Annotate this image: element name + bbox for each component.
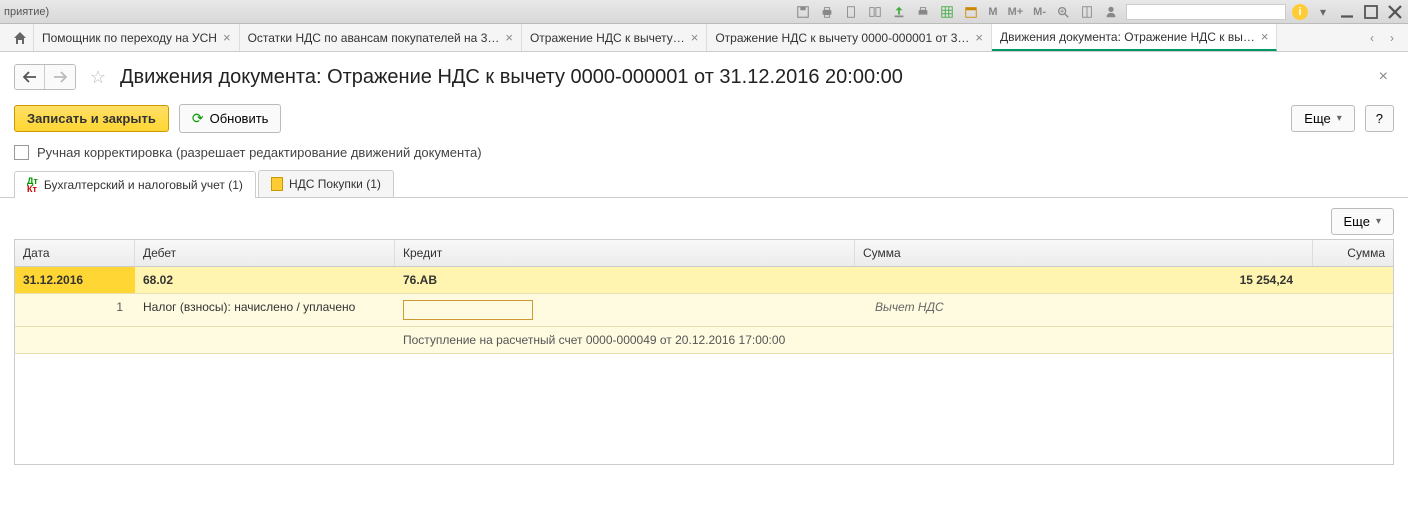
- grid-area: Еще Дата Дебет Кредит Сумма Сумма 31.12.…: [0, 198, 1408, 475]
- calendar-icon[interactable]: [962, 3, 980, 21]
- subtab-label: НДС Покупки (1): [289, 177, 381, 191]
- save-close-button[interactable]: Записать и закрыть: [14, 105, 169, 132]
- save-icon[interactable]: [794, 3, 812, 21]
- help-button[interactable]: ?: [1365, 105, 1394, 132]
- tab-label: Движения документа: Отражение НДС к вы…: [1000, 30, 1255, 44]
- user-icon[interactable]: [1102, 3, 1120, 21]
- manual-edit-label: Ручная корректировка (разрешает редактир…: [37, 145, 482, 160]
- more-button[interactable]: Еще: [1291, 105, 1354, 132]
- tab-nds-advances[interactable]: Остатки НДС по авансам покупателей на 3……: [240, 24, 522, 51]
- tab-label: Отражение НДС к вычету 0000-000001 от 3…: [715, 31, 969, 45]
- close-icon[interactable]: ×: [691, 30, 699, 45]
- favorite-button[interactable]: ☆: [86, 65, 110, 89]
- manual-edit-row: Ручная корректировка (разрешает редактир…: [0, 139, 1408, 166]
- cell-debit-text: Налог (взносы): начислено / уплачено: [135, 294, 395, 326]
- forward-button[interactable]: [45, 65, 75, 89]
- zoom-icon[interactable]: [1054, 3, 1072, 21]
- tabs-bar: Помощник по переходу на УСН × Остатки НДС…: [0, 24, 1408, 52]
- toolbar-icons: M M+ M- i ▾: [794, 3, 1404, 21]
- minimize-button[interactable]: [1338, 3, 1356, 21]
- col-credit[interactable]: Кредит: [395, 240, 855, 266]
- back-button[interactable]: [15, 65, 45, 89]
- grid-more-button[interactable]: Еще: [1331, 208, 1394, 235]
- nav-buttons: [14, 64, 76, 90]
- tab-label: Помощник по переходу на УСН: [42, 31, 217, 45]
- compare-icon[interactable]: [866, 3, 884, 21]
- table-row[interactable]: 31.12.2016 68.02 76.АВ 15 254,24: [15, 267, 1393, 294]
- cell-date: 31.12.2016: [15, 267, 135, 293]
- page-header: ☆ Движения документа: Отражение НДС к вы…: [0, 52, 1408, 98]
- grid-header: Дата Дебет Кредит Сумма Сумма: [15, 240, 1393, 267]
- m-button[interactable]: M: [986, 6, 999, 18]
- close-icon[interactable]: ×: [1261, 29, 1269, 44]
- tabs-next-icon[interactable]: ›: [1382, 31, 1402, 45]
- col-debit[interactable]: Дебет: [135, 240, 395, 266]
- cell-sum: 15 254,24: [855, 267, 1313, 293]
- cell-debit: 68.02: [135, 267, 395, 293]
- subtab-label: Бухгалтерский и налоговый учет (1): [44, 178, 243, 192]
- cell-sum-text: Вычет НДС: [855, 294, 1313, 326]
- search-box[interactable]: [1126, 4, 1286, 20]
- table-row[interactable]: 1 Налог (взносы): начислено / уплачено В…: [15, 294, 1393, 327]
- refresh-label: Обновить: [210, 111, 269, 126]
- grid-empty: [15, 354, 1393, 464]
- doc-icon[interactable]: [842, 3, 860, 21]
- cell-credit: 76.АВ: [395, 267, 855, 293]
- close-icon[interactable]: ×: [223, 30, 231, 45]
- tab-nds-deduct[interactable]: Отражение НДС к вычету… ×: [522, 24, 707, 51]
- tabs-prev-icon[interactable]: ‹: [1362, 31, 1382, 45]
- close-window-button[interactable]: [1386, 3, 1404, 21]
- m-minus-button[interactable]: M-: [1031, 6, 1048, 18]
- grid-icon[interactable]: [938, 3, 956, 21]
- dropdown-icon[interactable]: ▾: [1314, 3, 1332, 21]
- credit-input[interactable]: [403, 300, 533, 320]
- cell-credit-sub: Поступление на расчетный счет 0000-00004…: [395, 327, 855, 353]
- accounting-grid: Дата Дебет Кредит Сумма Сумма 31.12.2016…: [14, 239, 1394, 465]
- cell-credit-box: [395, 294, 855, 326]
- col-sum[interactable]: Сумма: [855, 240, 1313, 266]
- subtab-nds-purchases[interactable]: НДС Покупки (1): [258, 170, 394, 197]
- maximize-button[interactable]: [1362, 3, 1380, 21]
- refresh-icon: ⟳: [192, 110, 204, 127]
- m-plus-button[interactable]: M+: [1006, 6, 1026, 18]
- book-icon[interactable]: [1078, 3, 1096, 21]
- window-title: приятие): [4, 6, 49, 18]
- close-page-button[interactable]: ×: [1373, 68, 1394, 86]
- col-date[interactable]: Дата: [15, 240, 135, 266]
- home-tab[interactable]: [6, 24, 34, 51]
- print2-icon[interactable]: [914, 3, 932, 21]
- dtkt-icon: ДтКт: [27, 177, 38, 193]
- document-icon: [271, 177, 283, 191]
- action-bar: Записать и закрыть ⟳ Обновить Еще ?: [0, 98, 1408, 139]
- close-icon[interactable]: ×: [505, 30, 513, 45]
- tab-label: Остатки НДС по авансам покупателей на 3…: [248, 31, 500, 45]
- tab-label: Отражение НДС к вычету…: [530, 31, 685, 45]
- cell-sum2: [1313, 267, 1393, 293]
- subtabs: ДтКт Бухгалтерский и налоговый учет (1) …: [0, 166, 1408, 198]
- cell-num: 1: [15, 294, 135, 326]
- tab-nds-deduct-doc[interactable]: Отражение НДС к вычету 0000-000001 от 3……: [707, 24, 992, 51]
- info-icon[interactable]: i: [1292, 4, 1308, 20]
- table-row-sub: Поступление на расчетный счет 0000-00004…: [15, 327, 1393, 354]
- print-icon[interactable]: [818, 3, 836, 21]
- close-icon[interactable]: ×: [975, 30, 983, 45]
- manual-edit-checkbox[interactable]: [14, 145, 29, 160]
- tab-movements[interactable]: Движения документа: Отражение НДС к вы… ×: [992, 24, 1277, 51]
- col-sum2[interactable]: Сумма: [1313, 240, 1393, 266]
- system-toolbar: приятие) M M+ M- i ▾: [0, 0, 1408, 24]
- page-title: Движения документа: Отражение НДС к выче…: [120, 66, 1363, 89]
- refresh-button[interactable]: ⟳ Обновить: [179, 104, 282, 133]
- tab-usn[interactable]: Помощник по переходу на УСН ×: [34, 24, 240, 51]
- upload-icon[interactable]: [890, 3, 908, 21]
- subtab-accounting[interactable]: ДтКт Бухгалтерский и налоговый учет (1): [14, 171, 256, 198]
